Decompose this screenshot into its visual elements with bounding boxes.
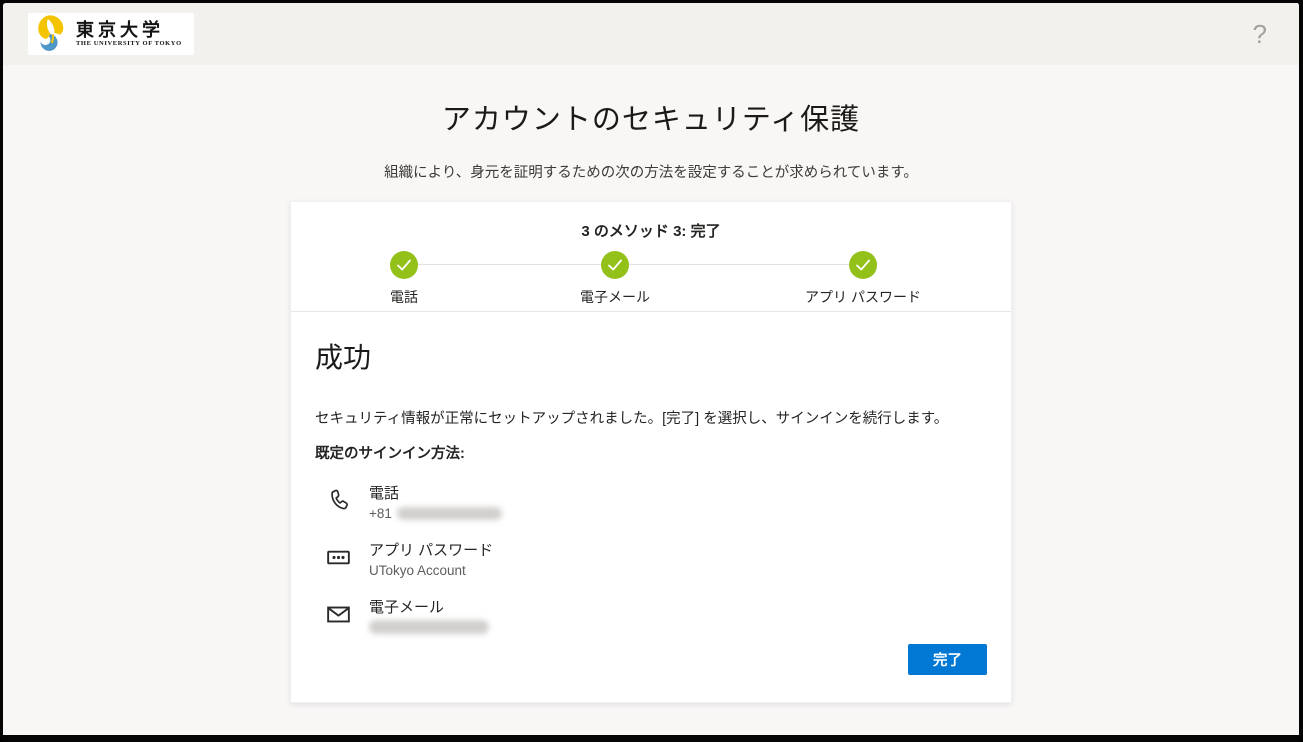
help-icon[interactable]: ? [1253, 21, 1267, 47]
method-value [369, 620, 489, 634]
method-label: 電子メール [369, 598, 489, 618]
app-password-icon [325, 541, 352, 581]
page-subtitle: 組織により、身元を証明するための次の方法を設定することが求められています。 [3, 161, 1299, 182]
method-label: アプリ パスワード [369, 541, 493, 561]
header: 東京大学 THE UNIVERSITY OF TOKYO ? [3, 3, 1299, 65]
success-heading: 成功 [315, 336, 987, 376]
browser-viewport: 東京大学 THE UNIVERSITY OF TOKYO ? アカウントのセキュ… [0, 0, 1303, 742]
step-complete-check-icon [390, 251, 418, 279]
step-complete-check-icon [601, 251, 629, 279]
step-complete-check-icon [849, 251, 877, 279]
logo-text-en: THE UNIVERSITY OF TOKYO [76, 41, 182, 48]
step-label: 電子メール [580, 287, 650, 307]
list-item-app-password: アプリ パスワード UTokyo Account [325, 541, 987, 581]
success-message: セキュリティ情報が正常にセットアップされました。[完了] を選択し、サインインを… [315, 407, 987, 428]
default-signin-label: 既定のサインイン方法: [315, 442, 987, 463]
success-panel: 成功 セキュリティ情報が正常にセットアップされました。[完了] を選択し、サイン… [291, 312, 1011, 638]
step-label: アプリ パスワード [805, 287, 921, 307]
signin-methods-list: 電話 +81 [325, 484, 987, 638]
method-value: +81 [369, 506, 502, 521]
done-button[interactable]: 完了 [908, 644, 987, 675]
method-value: UTokyo Account [369, 563, 493, 578]
step-phone: 電話 [390, 251, 418, 307]
step-label: 電話 [390, 287, 418, 307]
list-item-phone: 電話 +81 [325, 484, 987, 524]
step-email: 電子メール [580, 251, 650, 307]
method-label: 電話 [369, 484, 502, 504]
card-footer: 完了 [908, 644, 987, 675]
phone-country-prefix: +81 [369, 506, 392, 521]
page-title: アカウントのセキュリティ保護 [3, 96, 1299, 138]
utokyo-emblem-icon [35, 13, 69, 56]
email-icon [325, 598, 352, 638]
redacted-phone-number [397, 507, 502, 520]
logo-text-ja: 東京大学 [76, 21, 182, 39]
wizard-progress: 3 のメソッド 3: 完了 電話 電子メール [291, 202, 1011, 312]
security-setup-card: 3 のメソッド 3: 完了 電話 電子メール [290, 201, 1012, 703]
list-item-email: 電子メール [325, 598, 987, 638]
utokyo-logo: 東京大学 THE UNIVERSITY OF TOKYO [28, 13, 194, 55]
redacted-email-address [369, 620, 489, 634]
progress-title: 3 のメソッド 3: 完了 [291, 202, 1011, 241]
phone-icon [325, 484, 352, 524]
progress-steps: 電話 電子メール アプリ パスワード [291, 251, 1011, 312]
step-app-password: アプリ パスワード [805, 251, 921, 307]
